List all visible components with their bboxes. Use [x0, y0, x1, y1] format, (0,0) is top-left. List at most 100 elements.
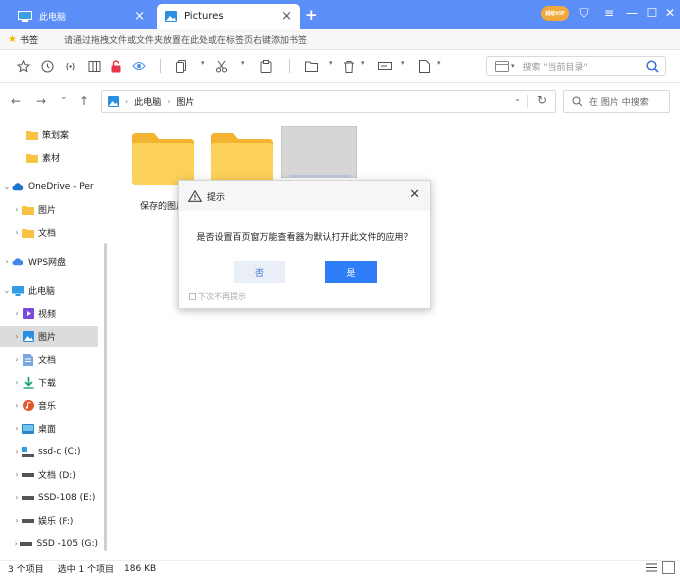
- sidebar-item-onedrive-docs[interactable]: › 文档: [0, 222, 98, 243]
- sidebar-item-videos[interactable]: › 视频: [0, 303, 98, 324]
- video-icon: [22, 308, 34, 320]
- menu-icon[interactable]: ≡: [599, 4, 619, 22]
- back-button[interactable]: ←: [11, 94, 21, 108]
- search-scope-dropdown-icon[interactable]: ▾: [511, 62, 515, 70]
- breadcrumb-this-pc[interactable]: 此电脑: [134, 95, 161, 108]
- chevron-right-icon[interactable]: ›: [12, 205, 22, 214]
- breadcrumb-separator: ›: [167, 97, 171, 106]
- cut-icon[interactable]: [213, 58, 229, 74]
- tab-close-icon[interactable]: ×: [281, 10, 292, 23]
- close-window-button[interactable]: ✕: [660, 4, 680, 22]
- sidebar-item-music[interactable]: › 音乐: [0, 395, 98, 416]
- chevron-down-icon[interactable]: ⌄: [2, 182, 12, 191]
- sidebar-item-drive-d[interactable]: › 文档 (D:): [0, 464, 98, 485]
- chevron-right-icon[interactable]: ›: [12, 539, 20, 548]
- search-in-folder[interactable]: 在 图片 中搜索: [563, 90, 670, 113]
- forward-button[interactable]: →: [36, 94, 46, 108]
- search-in-folder-input[interactable]: 在 图片 中搜索: [589, 95, 649, 108]
- up-button[interactable]: ↑: [79, 94, 89, 108]
- delete-dropdown-icon[interactable]: ▾: [361, 59, 365, 67]
- chevron-right-icon[interactable]: ›: [12, 332, 22, 341]
- sidebar-item-drive-e[interactable]: › SSD-108 (E:): [0, 487, 98, 508]
- history-dropdown-button[interactable]: ⌄: [60, 92, 68, 102]
- chevron-right-icon[interactable]: ›: [12, 228, 22, 237]
- sidebar-item-onedrive[interactable]: ⌄ OneDrive - Per: [0, 176, 98, 197]
- search-current-dir[interactable]: ▾ 搜索 "当前目录": [486, 56, 666, 76]
- chevron-right-icon[interactable]: ›: [12, 401, 22, 410]
- panel-icon[interactable]: [86, 58, 102, 74]
- chevron-right-icon[interactable]: ›: [12, 309, 22, 318]
- delete-icon[interactable]: [341, 58, 357, 74]
- chevron-right-icon[interactable]: ›: [12, 378, 22, 387]
- bookmark-label[interactable]: 书签: [20, 33, 38, 46]
- chevron-right-icon[interactable]: ›: [12, 355, 22, 364]
- list-view-icon[interactable]: [645, 561, 658, 574]
- yes-button[interactable]: 是: [325, 261, 377, 283]
- minimize-button[interactable]: —: [622, 4, 642, 22]
- vip-badge[interactable]: 超级VIP: [541, 6, 569, 21]
- folder-icon: [26, 152, 38, 164]
- sidebar-item-label: 此电脑: [28, 287, 56, 297]
- chevron-right-icon[interactable]: ›: [12, 470, 22, 479]
- icon-view-icon[interactable]: [662, 561, 675, 574]
- address-bar[interactable]: › 此电脑 › 图片 ⌄ ↻: [101, 90, 556, 113]
- refresh-icon[interactable]: ↻: [537, 93, 547, 107]
- rename-icon[interactable]: [377, 58, 393, 74]
- sidebar-item-desktop[interactable]: › 桌面: [0, 418, 98, 439]
- eye-icon[interactable]: [131, 58, 147, 74]
- sidebar-item-drive-c[interactable]: › ssd-c (C:): [0, 441, 98, 462]
- dont-show-again-checkbox[interactable]: 下次不再提示: [189, 291, 246, 302]
- dialog-header: 提示 ✕: [179, 181, 430, 211]
- chevron-right-icon[interactable]: ›: [2, 257, 12, 266]
- sidebar-item-pictures[interactable]: › 图片: [0, 326, 98, 347]
- new-tab-button[interactable]: +: [305, 6, 318, 24]
- sidebar-item-materials[interactable]: 素材: [0, 147, 98, 168]
- lock-icon[interactable]: [108, 58, 124, 74]
- sidebar-scrollbar[interactable]: [104, 243, 107, 551]
- sidebar-item-this-pc[interactable]: ⌄ 此电脑: [0, 280, 98, 301]
- copy-icon[interactable]: [173, 58, 189, 74]
- sidebar-item-documents[interactable]: › 文档: [0, 349, 98, 370]
- chevron-right-icon[interactable]: ›: [12, 493, 22, 502]
- chevron-right-icon[interactable]: ›: [12, 424, 22, 433]
- breadcrumb-pictures[interactable]: 图片: [176, 95, 194, 108]
- sidebar-item-wps[interactable]: › WPS网盘: [0, 251, 98, 272]
- sidebar-item-label: 音乐: [38, 402, 57, 412]
- tab-this-pc[interactable]: 此电脑 ×: [10, 4, 153, 29]
- search-icon[interactable]: [646, 59, 659, 73]
- sidebar-item-drive-f[interactable]: › 娱乐 (F:): [0, 510, 98, 531]
- wireless-icon[interactable]: [62, 58, 78, 74]
- sidebar-item-drive-g[interactable]: › SSD -105 (G:): [0, 533, 98, 554]
- sidebar-item-onedrive-pictures[interactable]: › 图片: [0, 199, 98, 220]
- selected-size: 186 KB: [124, 563, 157, 574]
- skin-icon[interactable]: ⛉: [574, 4, 594, 22]
- sidebar-item-label: 图片: [38, 333, 57, 343]
- maximize-button[interactable]: ☐: [642, 4, 662, 22]
- no-button[interactable]: 否: [234, 261, 285, 283]
- tab-pictures[interactable]: Pictures ×: [157, 4, 300, 29]
- search-scope-icon[interactable]: [495, 60, 509, 72]
- favorite-icon[interactable]: [15, 58, 31, 74]
- chevron-down-icon[interactable]: ⌄: [2, 286, 12, 295]
- cloud-icon: [12, 256, 24, 268]
- properties-dropdown-icon[interactable]: ▾: [437, 59, 441, 67]
- file-item-selected[interactable]: [281, 126, 357, 178]
- paste-icon[interactable]: [258, 58, 274, 74]
- search-input[interactable]: 搜索 "当前目录": [523, 60, 588, 73]
- copy-dropdown-icon[interactable]: ▾: [201, 59, 205, 67]
- pc-icon: [18, 11, 32, 22]
- sidebar-item-plans[interactable]: 策划案: [0, 124, 98, 145]
- chevron-right-icon[interactable]: ›: [12, 447, 22, 456]
- new-dropdown-icon[interactable]: ▾: [329, 59, 333, 67]
- sidebar: 策划案 素材 ⌄ OneDrive - Per › 图片 › 文档 › WPS网…: [0, 120, 100, 560]
- rename-dropdown-icon[interactable]: ▾: [401, 59, 405, 67]
- chevron-right-icon[interactable]: ›: [12, 516, 22, 525]
- history-icon[interactable]: [39, 58, 55, 74]
- tab-close-icon[interactable]: ×: [134, 10, 145, 23]
- sidebar-item-downloads[interactable]: › 下载: [0, 372, 98, 393]
- new-folder-icon[interactable]: [303, 58, 319, 74]
- address-dropdown-icon[interactable]: ⌄: [514, 94, 521, 103]
- properties-icon[interactable]: [416, 58, 432, 74]
- dialog-close-icon[interactable]: ✕: [409, 187, 420, 202]
- cut-dropdown-icon[interactable]: ▾: [241, 59, 245, 67]
